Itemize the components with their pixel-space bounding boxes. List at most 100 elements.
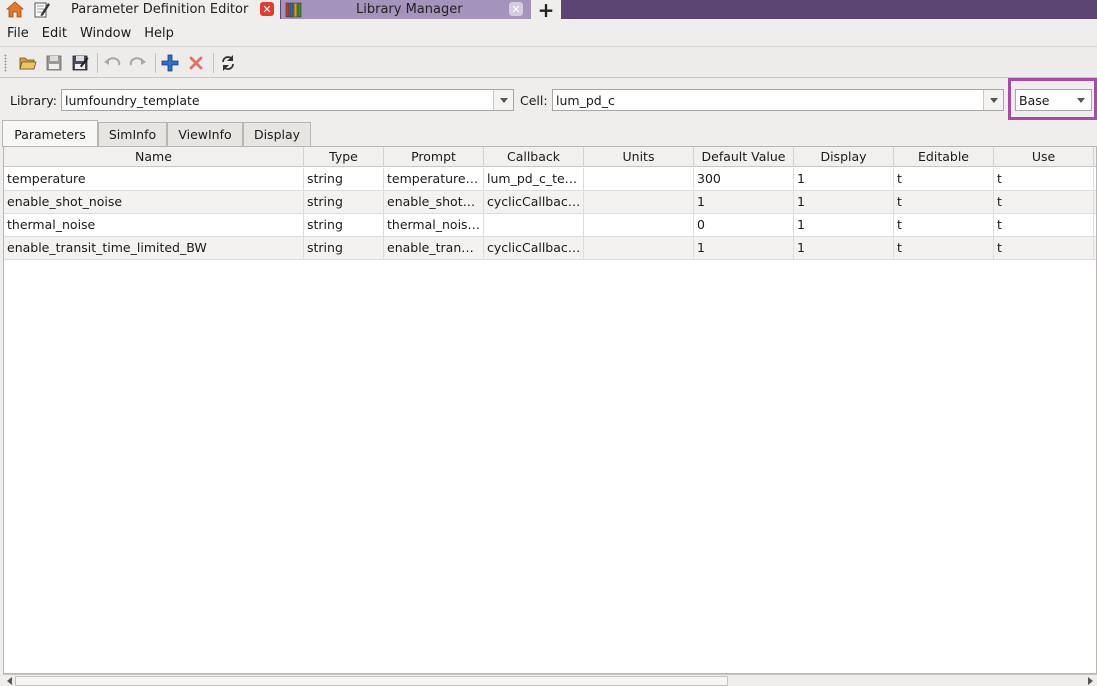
cell-display[interactable]: 1 [794,237,894,259]
tab-title: Library Manager [356,2,463,17]
cell-combo[interactable]: lum_pd_c [552,89,1004,111]
close-icon[interactable]: ✕ [509,2,523,16]
cell-name[interactable]: temperature [4,168,304,190]
toolbar [0,46,1097,78]
table-row[interactable]: temperature string temperature… lum_pd_c… [4,168,1096,191]
undo-icon[interactable] [103,54,121,72]
open-folder-icon[interactable] [19,54,37,72]
plus-icon: + [537,0,555,22]
tab-siminfo[interactable]: SimInfo [98,122,167,146]
menu-edit[interactable]: Edit [42,26,67,41]
cell-use[interactable]: t [994,237,1094,259]
cell-units[interactable] [584,214,694,236]
refresh-icon[interactable] [219,54,237,72]
tab-parameter-definition-editor[interactable]: Parameter Definition Editor ✕ [0,0,280,19]
column-header-units[interactable]: Units [584,147,694,167]
cell-name[interactable]: enable_shot_noise [4,191,304,213]
cell-prompt[interactable]: thermal_nois… [384,214,484,236]
home-icon[interactable] [5,1,25,18]
column-header-type[interactable]: Type [304,147,384,167]
delete-icon[interactable] [187,54,205,72]
view-combo[interactable]: Base [1015,89,1092,111]
cell-type[interactable]: string [304,191,384,213]
cell-callback[interactable]: lum_pd_c_te… [484,168,584,190]
view-value: Base [1019,93,1050,108]
scroll-left-icon[interactable] [7,677,12,685]
pencil-notepad-icon [33,1,51,18]
column-header-name[interactable]: Name [4,147,304,167]
cell-use[interactable]: t [994,191,1094,213]
cell-default-value[interactable]: 300 [694,168,794,190]
tab-title: Parameter Definition Editor [71,2,249,17]
menu-window[interactable]: Window [80,26,131,41]
library-value: lumfoundry_template [65,93,200,108]
toolbar-grip[interactable] [4,54,7,72]
scroll-right-icon[interactable] [1088,677,1093,685]
cell-prompt[interactable]: enable_shot… [384,191,484,213]
table-header: Name Type Prompt Callback Units Default … [4,147,1096,167]
add-icon[interactable] [161,54,179,72]
menu-help[interactable]: Help [144,26,174,41]
cell-display[interactable]: 1 [794,191,894,213]
tab-viewinfo[interactable]: ViewInfo [167,122,243,146]
column-header-use[interactable]: Use [994,147,1094,167]
save-icon[interactable] [45,54,63,72]
cell-display[interactable]: 1 [794,214,894,236]
cell-type[interactable]: string [304,237,384,259]
table-row[interactable]: enable_transit_time_limited_BW string en… [4,237,1096,260]
chevron-down-icon[interactable] [983,90,1003,110]
column-header-prompt[interactable]: Prompt [384,147,484,167]
cell-editable[interactable]: t [894,214,994,236]
cell-callback[interactable]: cyclicCallbac… [484,191,584,213]
chevron-down-icon[interactable] [1071,90,1091,110]
close-icon[interactable]: ✕ [260,2,274,16]
cell-editable[interactable]: t [894,191,994,213]
cell-default-value[interactable]: 0 [694,214,794,236]
cell-type[interactable]: string [304,214,384,236]
column-header-editable[interactable]: Editable [894,147,994,167]
cell-prompt[interactable]: enable_tran… [384,237,484,259]
window-tab-strip: Parameter Definition Editor ✕ Library Ma… [0,0,1097,22]
tab-parameters[interactable]: Parameters [2,120,98,147]
library-label: Library: [10,93,58,108]
cell-use[interactable]: t [994,168,1094,190]
redo-icon[interactable] [129,54,147,72]
cell-units[interactable] [584,237,694,259]
parameters-table: Name Type Prompt Callback Units Default … [3,146,1097,674]
new-tab-button[interactable]: + [531,0,561,22]
cell-use[interactable]: t [994,214,1094,236]
cell-name[interactable]: thermal_noise [4,214,304,236]
chevron-down-icon[interactable] [493,90,513,110]
cell-type[interactable]: string [304,168,384,190]
toolbar-separator [155,53,156,73]
cell-default-value[interactable]: 1 [694,191,794,213]
cell-callback[interactable] [484,214,584,236]
tab-display[interactable]: Display [243,122,311,146]
toolbar-separator [97,53,98,73]
save-as-icon[interactable] [71,54,89,72]
cell-default-value[interactable]: 1 [694,237,794,259]
library-books-icon [285,1,303,18]
cell-editable[interactable]: t [894,168,994,190]
cell-units[interactable] [584,191,694,213]
cell-name[interactable]: enable_transit_time_limited_BW [4,237,304,259]
cell-display[interactable]: 1 [794,168,894,190]
column-header-default-value[interactable]: Default Value [694,147,794,167]
cell-label: Cell: [520,93,548,108]
cell-value: lum_pd_c [556,93,615,108]
menu-file[interactable]: File [7,26,29,41]
column-header-display[interactable]: Display [794,147,894,167]
cell-callback[interactable]: cyclicCallbac… [484,237,584,259]
table-row[interactable]: thermal_noise string thermal_nois… 0 1 t… [4,214,1096,237]
horizontal-scrollbar[interactable] [3,674,1097,686]
cell-units[interactable] [584,168,694,190]
cell-prompt[interactable]: temperature… [384,168,484,190]
library-combo[interactable]: lumfoundry_template [61,89,514,111]
table-row[interactable]: enable_shot_noise string enable_shot… cy… [4,191,1096,214]
menu-bar: File Edit Window Help [0,22,1097,44]
scrollbar-thumb[interactable] [15,676,728,686]
toolbar-separator [213,53,214,73]
cell-editable[interactable]: t [894,237,994,259]
tab-library-manager[interactable]: Library Manager ✕ [281,0,531,19]
column-header-callback[interactable]: Callback [484,147,584,167]
